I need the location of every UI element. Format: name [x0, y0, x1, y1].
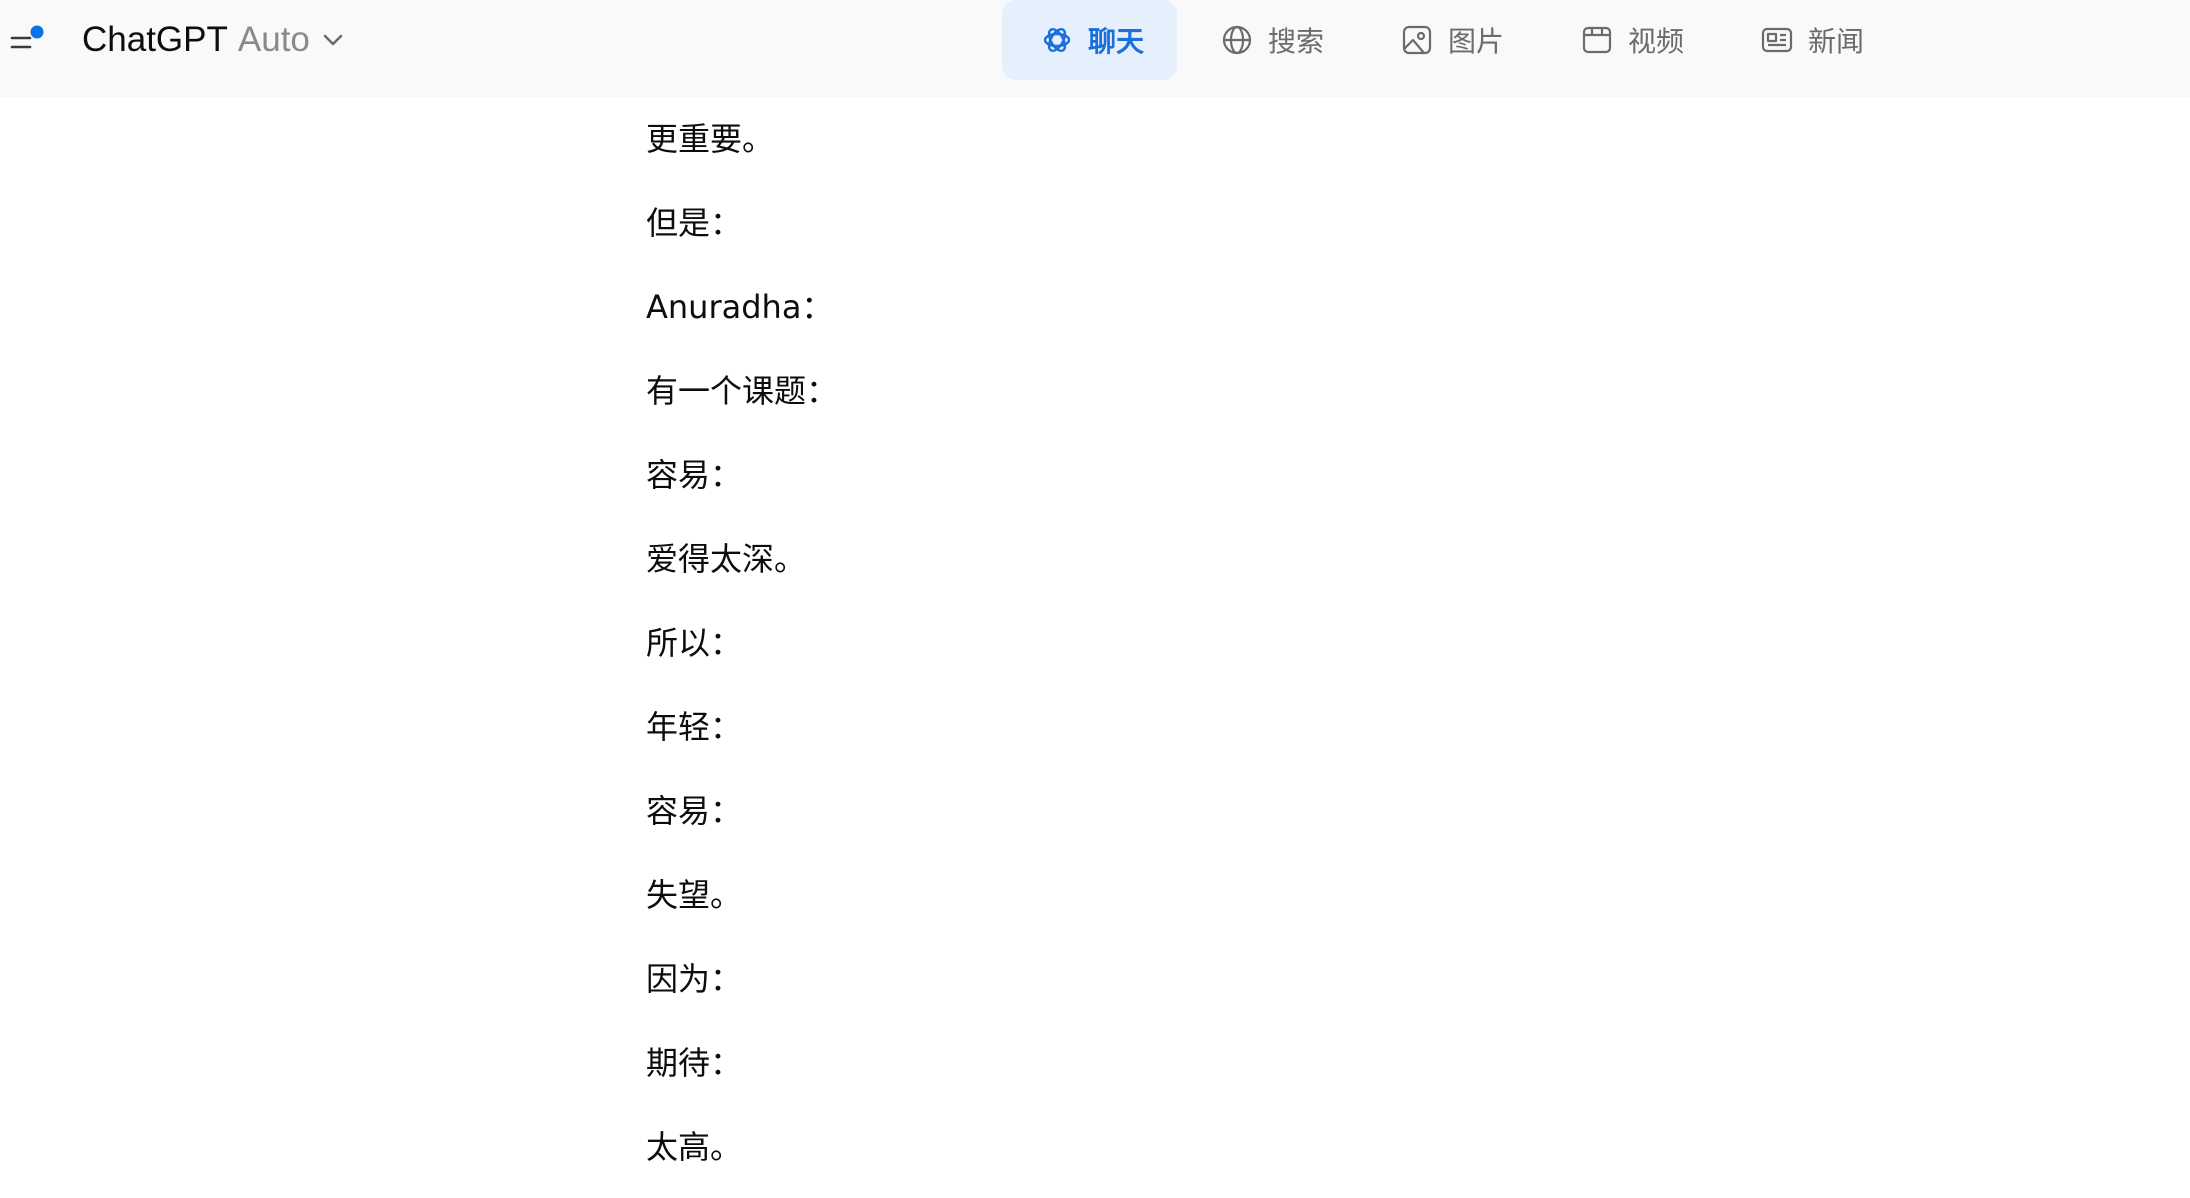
message-line: 容易： [646, 792, 743, 830]
message-line: 但是： [646, 204, 743, 242]
chat-swirl-icon [1040, 23, 1074, 57]
message-line: 年轻： [646, 708, 743, 746]
tab-chat-label: 聊天 [1088, 25, 1145, 58]
sidebar-menu-icon [10, 25, 44, 49]
message-line: 失望。 [646, 876, 743, 914]
video-icon [1580, 23, 1614, 57]
image-icon [1400, 23, 1434, 57]
chevron-down-icon [322, 33, 344, 47]
message-line: 因为： [646, 960, 743, 998]
message-line: Anuradha： [646, 288, 834, 326]
tab-images[interactable]: 图片 [1400, 0, 1504, 80]
tab-search[interactable]: 搜索 [1220, 0, 1324, 80]
message-line: 容易： [646, 456, 743, 494]
tab-search-label: 搜索 [1268, 25, 1325, 58]
message-line: 所以： [646, 624, 743, 662]
message-line: 太高。 [646, 1128, 743, 1166]
news-icon [1760, 23, 1794, 57]
message-line: 爱得太深。 [646, 540, 807, 578]
model-name: Auto [237, 20, 310, 59]
assistant-message: 更重要。 但是： Anuradha： 有一个课题： 容易： 爱得太深。 所以： … [646, 97, 1546, 1189]
sidebar-toggle-button[interactable] [8, 22, 48, 58]
message-line: 更重要。 [646, 120, 775, 158]
tab-images-label: 图片 [1448, 25, 1505, 58]
tab-news-label: 新闻 [1808, 25, 1865, 58]
app-name: ChatGPT [82, 20, 228, 59]
top-bar: ChatGPT Auto 聊天 搜索 图片 视频 新闻 [0, 0, 2190, 97]
tab-videos[interactable]: 视频 [1580, 0, 1684, 80]
model-selector[interactable]: ChatGPT Auto [82, 18, 344, 62]
globe-icon [1220, 23, 1254, 57]
tab-news[interactable]: 新闻 [1760, 0, 1864, 80]
message-line: 有一个课题： [646, 372, 839, 410]
tab-chat[interactable]: 聊天 [1002, 0, 1177, 80]
message-line: 期待： [646, 1044, 743, 1082]
tab-videos-label: 视频 [1628, 25, 1685, 58]
